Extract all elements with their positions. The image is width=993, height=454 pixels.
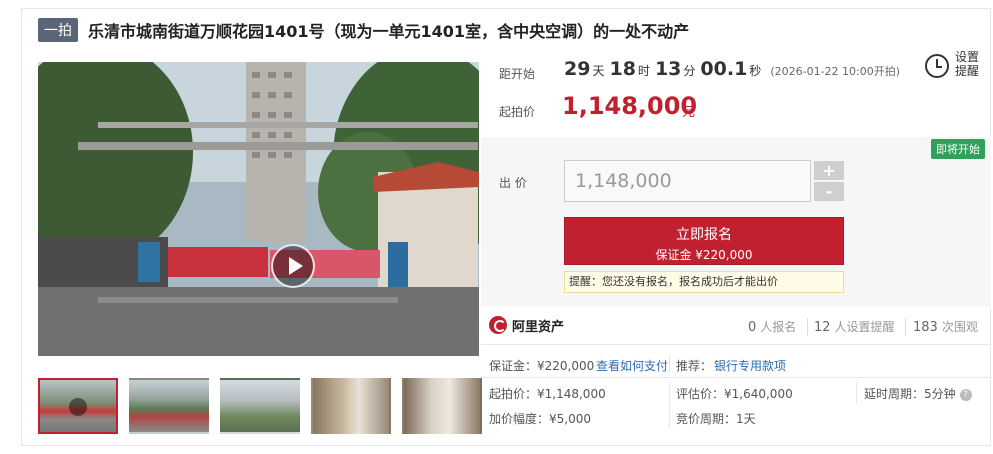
- ali-assets-brand: 阿里资产: [512, 320, 565, 335]
- thumbnail-3[interactable]: [220, 378, 300, 434]
- countdown-days-unit: 天: [592, 64, 605, 78]
- deposit-info: 保证金：¥220,000: [489, 359, 595, 373]
- help-icon[interactable]: ?: [959, 388, 972, 401]
- decrease-bid-button[interactable]: -: [814, 182, 844, 201]
- countdown-days: 29: [564, 58, 591, 80]
- thumbnail-1[interactable]: [38, 378, 118, 434]
- countdown-hours-unit: 时: [637, 64, 650, 78]
- countdown-hours: 18: [609, 58, 636, 80]
- main-photo[interactable]: [38, 62, 479, 356]
- increment-info: 加价幅度：¥5,000: [489, 412, 591, 426]
- bid-label: 出 价: [499, 176, 527, 190]
- bank-special-funds-link[interactable]: 银行专用款项: [714, 357, 786, 374]
- registration-count: 0 人报名: [748, 320, 797, 335]
- increase-bid-button[interactable]: +: [814, 161, 844, 180]
- recommend-label: 推荐：: [676, 359, 713, 373]
- countdown-label: 距开始: [499, 67, 536, 81]
- countdown-minutes: 13: [654, 58, 682, 80]
- countdown-minutes-unit: 分: [683, 64, 696, 78]
- countdown-timer: 29 天 18 时 13 分 00.1 秒 (2026-01-22 10:00开…: [564, 58, 900, 80]
- status-badge: 即将开始: [931, 139, 985, 159]
- auction-round-tag: 一拍: [38, 18, 78, 42]
- bidding-period-info: 竞价周期：1天: [676, 412, 756, 426]
- reminder-count: 12 人设置提醒: [814, 320, 895, 335]
- starting-price-label: 起拍价: [499, 105, 536, 119]
- countdown-seconds: 00.1: [700, 58, 748, 80]
- ali-assets-logo-icon: [489, 316, 507, 334]
- how-to-pay-link[interactable]: 查看如何支付: [596, 357, 668, 374]
- stat-divider: [807, 318, 808, 336]
- countdown-seconds-unit: 秒: [749, 64, 762, 78]
- thumbnail-strip: [38, 378, 482, 434]
- appraisal-price-info: 评估价：¥1,640,000: [676, 387, 793, 401]
- play-video-button[interactable]: [271, 244, 315, 288]
- divider: [856, 382, 857, 404]
- set-reminder-button[interactable]: 设置提醒: [925, 50, 981, 80]
- register-deposit-label: 保证金 ¥220,000: [655, 248, 753, 262]
- thumbnail-5[interactable]: [402, 378, 482, 434]
- divider: [669, 382, 670, 428]
- starting-price-unit: 元: [682, 105, 696, 120]
- view-count: 183 次围观: [913, 320, 978, 335]
- bid-amount-input[interactable]: 1,148,000: [564, 160, 811, 202]
- register-button-label: 立即报名: [676, 227, 732, 243]
- divider: [481, 344, 991, 345]
- registration-tip: 提醒：您还没有报名，报名成功后才能出价: [564, 271, 844, 293]
- thumbnail-4[interactable]: [311, 378, 391, 434]
- set-reminder-label: 设置提醒: [955, 50, 980, 78]
- delay-period-info: 延时周期：5分钟?: [864, 385, 972, 402]
- thumbnail-2[interactable]: [129, 378, 209, 434]
- register-button[interactable]: 立即报名 保证金 ¥220,000: [564, 217, 844, 265]
- clock-icon: [925, 54, 949, 78]
- title-row: 一拍 乐清市城南街道万顺花园1401号（现为一单元1401室，含中央空调）的一处…: [38, 18, 689, 42]
- start-price-info: 起拍价：¥1,148,000: [489, 387, 606, 401]
- divider: [669, 355, 670, 373]
- starting-price-value: 1,148,000: [562, 92, 698, 120]
- stat-divider: [905, 318, 906, 336]
- main-photo-image: [38, 62, 479, 356]
- auction-start-time: (2026-01-22 10:00开拍): [770, 65, 901, 78]
- divider: [481, 377, 991, 378]
- page-title: 乐清市城南街道万顺花园1401号（现为一单元1401室，含中央空调）的一处不动产: [88, 22, 690, 41]
